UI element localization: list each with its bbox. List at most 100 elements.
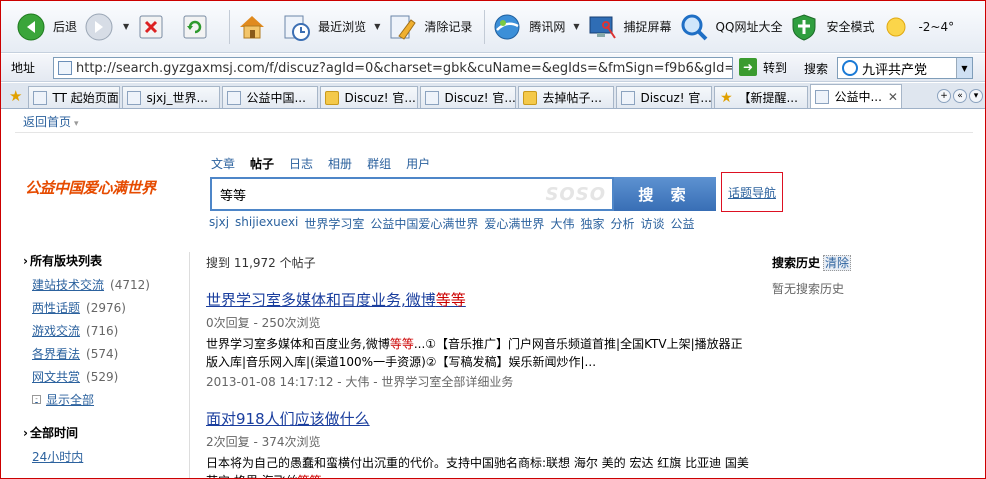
forum-count: (574) [86, 347, 119, 361]
search-history: 搜索历史 清除 暂无搜索历史 [772, 254, 852, 297]
forum-count: (716) [86, 324, 119, 338]
forums-title: 所有版块列表 [23, 252, 183, 269]
browser-tab[interactable]: TT 起始页面 [28, 86, 121, 108]
eraser-icon [386, 11, 418, 43]
safe-mode-label: 安全模式 [826, 20, 875, 34]
forum-filter-item[interactable]: 游戏交流 (716) [32, 322, 183, 339]
search-tab[interactable]: 群组 [367, 155, 391, 172]
result-list: 世界学习室多媒体和百度业务,微博等等 0次回复 - 250次浏览 世界学习室多媒体和… [206, 289, 756, 478]
discuz-icon [325, 90, 340, 105]
go-arrow-icon: ➜ [739, 58, 757, 76]
forum-filter-item[interactable]: 网文共赏 (529) [32, 368, 183, 385]
site-search-input[interactable]: 等等 SOSO [210, 177, 614, 211]
hot-keyword-link[interactable]: 公益中国爱心满世界 [370, 215, 478, 232]
tencent-label: 腾讯网 [529, 20, 566, 34]
back-home-link[interactable]: 返回首页 [23, 113, 79, 130]
show-all-link[interactable]: - 显示全部 [32, 391, 183, 408]
stop-button[interactable] [135, 7, 173, 47]
forward-button[interactable] [83, 7, 121, 47]
hot-keyword-link[interactable]: 爱心满世界 [484, 215, 544, 232]
snippet-highlight: 等等 [298, 474, 322, 478]
browser-tab[interactable]: sjxj_世界... [122, 86, 221, 108]
hot-keyword-link[interactable]: shijiexuexi [235, 215, 298, 232]
tab-label: 公益中... [834, 90, 882, 104]
result-snippet: 世界学习室多媒体和百度业务,微博等等...①【音乐推广】门户网音乐频道首推|全国… [206, 335, 754, 371]
screen-capture-icon [586, 11, 618, 43]
forum-filter-item[interactable]: 建站技术交流 (4712) [32, 276, 183, 293]
url-field[interactable]: http://search.gyzgaxmsj.com/f/discuz?agI… [53, 57, 733, 79]
result-title-text: 面对918人们应该做什么 [206, 410, 370, 428]
forum-count: (529) [86, 370, 119, 384]
recent-dropdown-icon[interactable]: ▼ [374, 22, 380, 31]
tab-bar: ★ TT 起始页面 sjxj_世界... 公益中国... Discuz! 官... Di… [1, 83, 985, 109]
forward-dropdown-icon[interactable]: ▼ [123, 22, 129, 31]
search-tab[interactable]: 相册 [328, 155, 352, 172]
hot-keyword-link[interactable]: 大伟 [550, 215, 574, 232]
tencent-button[interactable]: 腾讯网 [491, 7, 565, 47]
hot-keyword-link[interactable]: 访谈 [640, 215, 664, 232]
result-title-link[interactable]: 面对918人们应该做什么 [206, 408, 756, 429]
forum-name: 网文共赏 [32, 370, 81, 384]
search-tab[interactable]: 用户 [406, 155, 430, 172]
hot-keyword-link[interactable]: 世界学习室 [304, 215, 364, 232]
browser-tab[interactable]: Discuz! 官... [320, 86, 419, 108]
snippet-text: 世界学习室多媒体和百度业务,微博 [206, 337, 390, 351]
hot-keyword-link[interactable]: 公益 [671, 215, 695, 232]
forum-list: 建站技术交流 (4712) 两性话题 (2976) 游戏交流 (716) 各界看法 (574)… [23, 276, 183, 385]
forward-arrow-icon [83, 11, 115, 43]
browser-tab[interactable]: Discuz! 官... [616, 86, 713, 108]
hot-keyword-link[interactable]: 分析 [610, 215, 634, 232]
forum-count: (4712) [110, 278, 150, 292]
search-button[interactable]: 搜 索 [614, 177, 716, 211]
refresh-button[interactable] [179, 7, 217, 47]
recent-browse-button[interactable]: 最近浏览 [280, 7, 366, 47]
browser-search-input[interactable]: 九评共产党 ▼ [837, 57, 973, 79]
search-tab[interactable]: 帖子 [250, 155, 274, 172]
favorites-star-icon[interactable]: ★ [9, 87, 22, 105]
hot-keyword-link[interactable]: sjxj [209, 215, 229, 232]
qq-nav-button[interactable]: QQ网址大全 [678, 7, 782, 47]
home-button[interactable] [236, 7, 274, 47]
tab-menu-icon[interactable]: ▾ [969, 89, 983, 103]
site-logo[interactable]: 公益中国爱心满世界 [25, 177, 156, 198]
search-dropdown-icon[interactable]: ▼ [956, 58, 972, 78]
browser-tab[interactable]: 去掉帖子... [518, 86, 615, 108]
tab-label: 去掉帖子... [542, 91, 602, 105]
new-tab-icon[interactable]: + [937, 89, 951, 103]
page-icon [33, 90, 48, 105]
search-tab[interactable]: 文章 [211, 155, 235, 172]
filter-sidebar: 所有版块列表 建站技术交流 (4712) 两性话题 (2976) 游戏交流 (716) 各界… [23, 252, 183, 471]
browser-tab[interactable]: 公益中... ✕ [810, 84, 903, 108]
clear-history-button[interactable]: 清除 [823, 255, 852, 271]
tab-label: TT 起始页面 [52, 91, 119, 105]
hot-keyword-link[interactable]: 独家 [580, 215, 604, 232]
star-icon: ★ [720, 89, 733, 106]
clear-records-button[interactable]: 清除记录 [386, 7, 472, 47]
browser-tab[interactable]: 公益中国... [222, 86, 319, 108]
safe-mode-button[interactable]: 安全模式 [788, 7, 874, 47]
page-icon [127, 90, 142, 105]
go-button[interactable]: ➜ 转到 [739, 58, 787, 76]
history-clock-icon [280, 11, 312, 43]
topic-nav-link[interactable]: 话题导航 [721, 172, 783, 212]
page-icon [621, 90, 636, 105]
tab-scroll-icon[interactable]: « [953, 89, 967, 103]
forum-filter-item[interactable]: 两性话题 (2976) [32, 299, 183, 316]
weather-widget[interactable]: -2~4° [880, 7, 954, 47]
search-history-empty: 暂无搜索历史 [772, 282, 845, 296]
time-filter-24h[interactable]: 24小时内 [32, 448, 183, 465]
browser-tab[interactable]: ★ 【新提醒... [714, 86, 809, 108]
close-tab-icon[interactable]: ✕ [888, 90, 898, 104]
browser-tab[interactable]: Discuz! 官... [420, 86, 517, 108]
capture-screen-button[interactable]: 捕捉屏幕 [586, 7, 672, 47]
search-tab[interactable]: 日志 [289, 155, 313, 172]
forum-filter-item[interactable]: 各界看法 (574) [32, 345, 183, 362]
tencent-dropdown-icon[interactable]: ▼ [573, 22, 579, 31]
result-snippet: 日本将为自己的愚蠢和蛮横付出沉重的代价。支持中国驰名商标:联想 海尔 美的 宏达… [206, 454, 754, 478]
soso-search-engine-icon [842, 60, 858, 76]
result-title-link[interactable]: 世界学习室多媒体和百度业务,微博等等 [206, 289, 756, 310]
back-arrow-icon [15, 11, 47, 43]
forum-name: 建站技术交流 [32, 278, 105, 292]
back-button[interactable]: 后退 [15, 7, 77, 47]
result-item: 面对918人们应该做什么 2次回复 - 374次浏览 日本将为自己的愚蠢和蛮横付出沉… [206, 408, 756, 478]
